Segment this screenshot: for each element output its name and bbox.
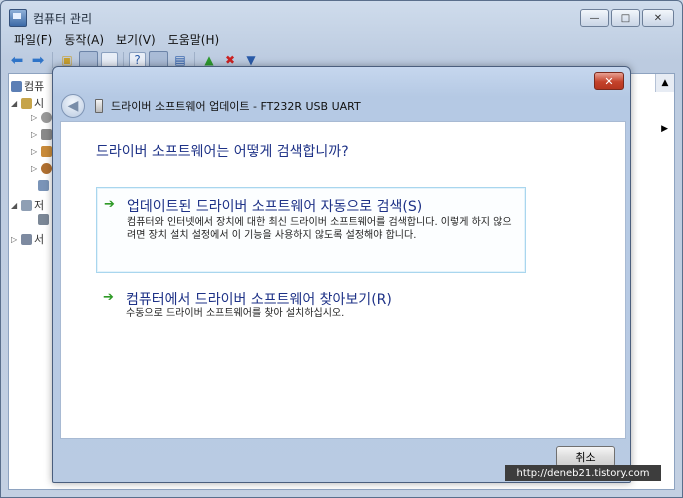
minimize-button[interactable]: — [580,9,609,27]
menu-file[interactable]: 파일(F) [8,31,58,48]
expand-triangle-icon[interactable]: ◢ [11,201,19,210]
actions-expand-arrow-icon[interactable]: ▶ [661,124,668,134]
window-title: 컴퓨터 관리 [33,11,93,26]
green-arrow-icon: ➔ [103,290,114,305]
computer-icon [11,80,22,92]
menu-view[interactable]: 보기(V) [110,31,162,48]
tree-subitem[interactable] [38,180,49,191]
tree-item-storage[interactable]: ◢ 저 [11,197,44,213]
storage-icon [21,199,32,211]
tree-item-label: 저 [34,199,45,212]
expand-triangle-icon[interactable]: ◢ [11,99,19,108]
caption-buttons: — □ ✕ [580,9,674,27]
green-arrow-icon: ➔ [104,197,115,212]
option-title[interactable]: 컴퓨터에서 드라이버 소프트웨어 찾아보기(R) [126,289,392,309]
option-description: 수동으로 드라이버 소프트웨어를 찾아 설치하십시오. [126,308,345,319]
services-icon [21,233,32,245]
toolbar-separator [52,52,53,68]
tree-item-system-tools[interactable]: ◢ 시 [11,95,44,111]
tools-icon [21,97,32,109]
tree-subitem[interactable]: ▷ [31,146,52,157]
update-driver-dialog: ✕ ◀ 드라이버 소프트웨어 업데이트 - FT232R USB UART 드라… [52,66,631,483]
dialog-header: ◀ 드라이버 소프트웨어 업데이트 - FT232R USB UART [61,93,361,119]
option-title[interactable]: 업데이트된 드라이버 소프트웨어 자동으로 검색(S) [127,196,422,216]
dialog-body: 드라이버 소프트웨어는 어떻게 검색합니까? ➔ 업데이트된 드라이버 소프트웨… [60,121,626,439]
back-arrow-icon[interactable]: ⬅ [8,51,26,69]
tree-subitem[interactable]: ▷ [31,163,52,174]
maximize-button[interactable]: □ [611,9,640,27]
tree-subitem[interactable]: ▷ [31,129,52,140]
forward-arrow-icon[interactable]: ➡ [29,51,47,69]
console-tree: 컴퓨 ◢ 시 ▷ ▷ ▷ ▷ ◢ 저 ▷ 서 [9,74,54,489]
window-title-bar: 컴퓨터 관리 [9,8,92,28]
menu-bar: 파일(F) 동작(A) 보기(V) 도움말(H) [8,29,225,49]
tree-subitem[interactable]: ▷ [31,112,52,123]
close-button[interactable]: ✕ [642,9,674,27]
tree-item-root[interactable]: 컴퓨 [11,78,44,94]
dialog-title: 드라이버 소프트웨어 업데이트 - FT232R USB UART [111,100,361,113]
back-arrow-icon: ◀ [67,98,79,114]
option-description: 컴퓨터와 인터넷에서 장치에 대한 최신 드라이버 소프트웨어를 검색합니다. … [127,217,512,241]
menu-action[interactable]: 동작(A) [58,31,110,48]
cancel-button[interactable]: 취소 [556,446,615,467]
menu-help[interactable]: 도움말(H) [162,31,226,48]
auto-search-option[interactable]: ➔ 업데이트된 드라이버 소프트웨어 자동으로 검색(S) 컴퓨터와 인터넷에서… [96,187,526,273]
tree-item-label: 시 [34,97,45,110]
dialog-question: 드라이버 소프트웨어는 어떻게 검색합니까? [96,144,349,160]
tree-item-label: 서 [34,233,45,246]
computer-management-icon [9,9,27,27]
actions-collapse-icon[interactable]: ▲ [655,74,674,92]
collapse-triangle-icon[interactable]: ▷ [11,235,19,244]
dialog-close-button[interactable]: ✕ [594,72,624,90]
tree-item-services[interactable]: ▷ 서 [11,231,44,247]
browse-computer-option[interactable]: ➔ 컴퓨터에서 드라이버 소프트웨어 찾아보기(R) 수동으로 드라이버 소프트… [96,287,524,327]
watermark: http://deneb21.tistory.com [505,465,661,481]
tree-item-label: 컴퓨 [24,80,45,93]
back-button[interactable]: ◀ [61,94,85,118]
usb-device-icon [95,99,103,113]
tree-subitem[interactable] [38,214,49,225]
